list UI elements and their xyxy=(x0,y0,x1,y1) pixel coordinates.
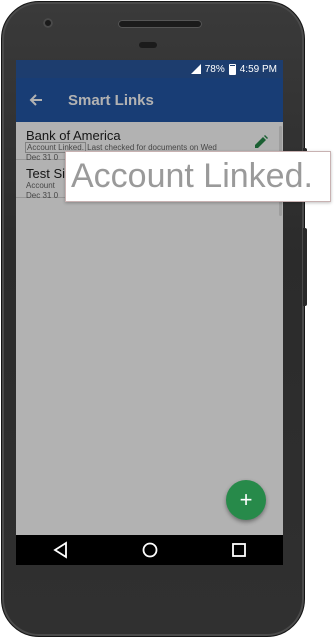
earpiece-speaker xyxy=(118,20,202,28)
navigation-bar xyxy=(16,535,283,565)
battery-icon xyxy=(228,63,236,75)
signal-icon xyxy=(190,64,201,74)
proximity-sensor xyxy=(139,42,157,48)
battery-percent: 78% xyxy=(204,63,225,75)
volume-button xyxy=(303,228,307,306)
nav-home-icon[interactable] xyxy=(141,541,159,559)
add-smart-link-button[interactable]: + xyxy=(226,480,266,520)
nav-back-icon[interactable] xyxy=(52,541,70,559)
nav-recents-icon[interactable] xyxy=(230,541,248,559)
phone-frame: 78% 4:59 PM Smart Links Bank of America … xyxy=(0,0,334,638)
screen: 78% 4:59 PM Smart Links Bank of America … xyxy=(16,60,283,565)
clock: 4:59 PM xyxy=(239,63,277,75)
front-camera xyxy=(43,18,53,28)
zoomed-status-callout: Account Linked. xyxy=(65,151,331,202)
status-bar: 78% 4:59 PM xyxy=(16,60,283,78)
plus-icon: + xyxy=(239,487,253,512)
